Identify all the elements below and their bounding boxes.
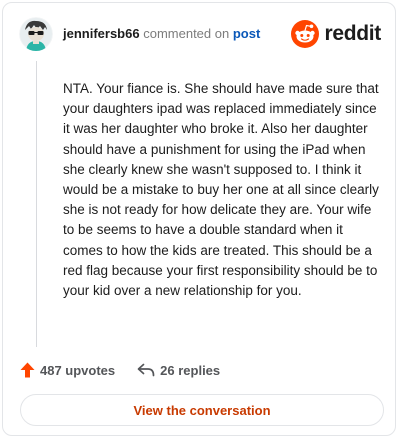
view-conversation-button[interactable]: View the conversation — [20, 394, 384, 426]
comment-body: NTA. Your fiance is. She should have mad… — [63, 81, 379, 299]
thread-line — [36, 61, 37, 347]
reddit-wordmark: reddit — [324, 22, 381, 45]
reply-count: 26 replies — [160, 362, 221, 378]
reddit-logo[interactable]: reddit — [291, 17, 381, 51]
comment-header: jennifersb66 commented on post reddit — [19, 16, 381, 52]
post-link[interactable]: post — [233, 26, 260, 41]
upvote-button[interactable]: 487 upvotes — [20, 362, 115, 378]
replies-button[interactable]: 26 replies — [137, 363, 220, 378]
comment-meta: jennifersb66 commented on post — [63, 26, 260, 41]
reddit-logo-icon — [291, 20, 320, 48]
upvote-arrow-icon — [20, 362, 35, 378]
reply-arrow-icon — [137, 363, 155, 377]
comment-card: jennifersb66 commented on post reddit NT… — [2, 2, 396, 436]
upvote-count: 487 upvotes — [40, 362, 116, 378]
comment-actions: 487 upvotes 26 replies — [20, 360, 220, 380]
action-text: commented on — [143, 26, 230, 41]
avatar[interactable] — [19, 17, 53, 51]
username-link[interactable]: jennifersb66 — [63, 26, 140, 41]
